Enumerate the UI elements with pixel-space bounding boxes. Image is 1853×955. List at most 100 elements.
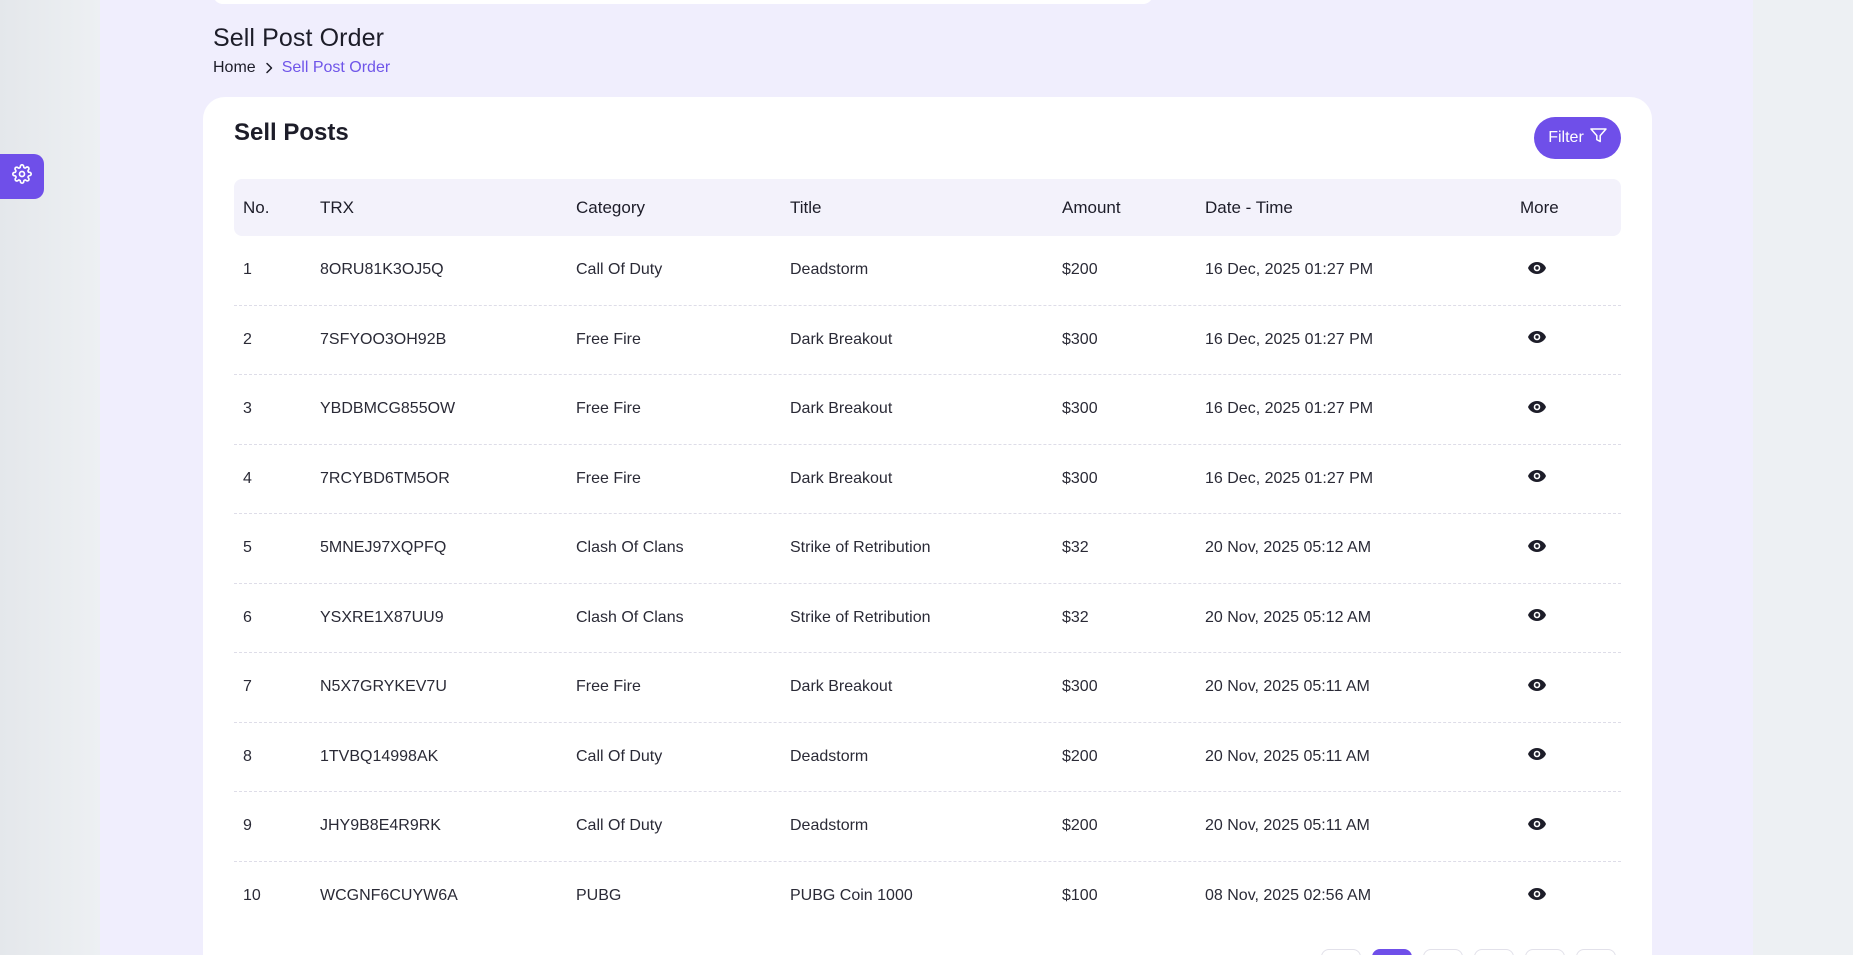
eye-icon[interactable] [1527, 330, 1547, 344]
cell-amount: $200 [1062, 747, 1098, 765]
cell-no: 7 [243, 678, 252, 696]
cell-amount: $32 [1062, 539, 1089, 557]
cell-title: PUBG Coin 1000 [790, 887, 913, 905]
cell-no: 10 [243, 887, 261, 905]
cell-category: Call Of Duty [576, 747, 663, 765]
table-row: 9 JHY9B8E4R9RK Call Of Duty Deadstorm $200 20… [234, 792, 1621, 862]
cell-trx: N5X7GRYKEV7U [320, 678, 447, 696]
cell-category: PUBG [576, 887, 622, 905]
sell-posts-table: No. TRX Category Title Amount Date - Tim… [234, 179, 1621, 931]
sell-posts-card: Sell Posts Filter No. TRX Category Title… [203, 97, 1652, 955]
cell-amount: $200 [1062, 261, 1098, 279]
cell-category: Free Fire [576, 469, 641, 487]
settings-button[interactable] [0, 154, 44, 199]
eye-icon[interactable] [1527, 539, 1547, 553]
cell-amount: $300 [1062, 678, 1098, 696]
cell-date-time: 16 Dec, 2025 01:27 PM [1205, 400, 1374, 418]
gear-icon [12, 164, 32, 189]
table-header: No. TRX Category Title Amount Date - Tim… [234, 179, 1621, 236]
pagination-page-button[interactable] [1474, 949, 1514, 955]
table-row: 3 YBDBMCG855OW Free Fire Dark Breakout $300 1… [234, 375, 1621, 445]
column-header-trx: TRX [320, 197, 354, 217]
pagination-page-button[interactable] [1423, 949, 1463, 955]
column-header-date-time: Date - Time [1205, 197, 1293, 217]
cell-trx: WCGNF6CUYW6A [320, 887, 458, 905]
table-row: 10 WCGNF6CUYW6A PUBG PUBG Coin 1000 $100 08 N… [234, 862, 1621, 932]
cell-more [1511, 469, 1621, 488]
pagination-next-button[interactable] [1576, 949, 1616, 955]
eye-icon[interactable] [1527, 608, 1547, 622]
column-header-amount: Amount [1062, 197, 1121, 217]
cell-category: Free Fire [576, 330, 641, 348]
cell-trx: JHY9B8E4R9RK [320, 817, 441, 835]
table-row: 7 N5X7GRYKEV7U Free Fire Dark Breakout $300 2… [234, 653, 1621, 723]
cell-no: 4 [243, 469, 252, 487]
eye-icon[interactable] [1527, 400, 1547, 414]
cell-title: Dark Breakout [790, 400, 893, 418]
cell-category: Free Fire [576, 400, 641, 418]
cell-trx: 7SFYOO3OH92B [320, 330, 447, 348]
cell-title: Dark Breakout [790, 469, 893, 487]
cell-amount: $100 [1062, 887, 1098, 905]
table-row: 2 7SFYOO3OH92B Free Fire Dark Breakout $300 1… [234, 306, 1621, 375]
cell-date-time: 16 Dec, 2025 01:27 PM [1205, 330, 1374, 348]
chevron-right-icon [264, 62, 274, 74]
cell-no: 9 [243, 817, 252, 835]
cell-no: 3 [243, 400, 252, 418]
top-bar [213, 0, 1153, 4]
eye-icon[interactable] [1527, 747, 1547, 761]
column-header-title: Title [790, 197, 822, 217]
cell-date-time: 08 Nov, 2025 02:56 AM [1205, 887, 1372, 905]
eye-icon[interactable] [1527, 817, 1547, 831]
pagination [1321, 949, 1616, 955]
breadcrumb: Home Sell Post Order [213, 59, 390, 77]
cell-category: Call Of Duty [576, 817, 663, 835]
cell-trx: YBDBMCG855OW [320, 400, 456, 418]
filter-icon [1590, 128, 1607, 148]
breadcrumb-home[interactable]: Home [213, 59, 256, 77]
cell-category: Free Fire [576, 678, 641, 696]
pagination-page-active[interactable] [1372, 949, 1412, 955]
eye-icon[interactable] [1527, 887, 1547, 901]
pagination-prev-button[interactable] [1321, 949, 1361, 955]
cell-trx: 7RCYBD6TM5OR [320, 469, 450, 487]
page-title: Sell Post Order [213, 24, 385, 52]
cell-no: 1 [243, 261, 252, 279]
eye-icon[interactable] [1527, 678, 1547, 692]
column-header-more: More [1520, 197, 1559, 217]
eye-icon[interactable] [1527, 469, 1547, 483]
cell-more [1511, 747, 1621, 766]
cell-date-time: 20 Nov, 2025 05:11 AM [1205, 817, 1370, 835]
cell-category: Clash Of Clans [576, 539, 684, 557]
cell-more [1511, 817, 1621, 836]
left-backdrop [0, 0, 100, 955]
cell-more [1511, 608, 1621, 627]
cell-title: Dark Breakout [790, 330, 893, 348]
cell-date-time: 20 Nov, 2025 05:12 AM [1205, 539, 1372, 557]
filter-button[interactable]: Filter [1534, 117, 1621, 159]
cell-title: Dark Breakout [790, 678, 893, 696]
pagination-page-button[interactable] [1525, 949, 1565, 955]
cell-no: 8 [243, 747, 252, 765]
cell-category: Call Of Duty [576, 261, 663, 279]
cell-trx: 8ORU81K3OJ5Q [320, 261, 444, 279]
cell-more [1511, 330, 1621, 349]
cell-no: 2 [243, 330, 252, 348]
cell-title: Deadstorm [790, 261, 869, 279]
eye-icon[interactable] [1527, 261, 1547, 275]
cell-trx: 5MNEJ97XQPFQ [320, 539, 447, 557]
table-body: 1 8ORU81K3OJ5Q Call Of Duty Deadstorm $200 16… [234, 236, 1621, 931]
cell-more [1511, 887, 1621, 906]
table-row: 4 7RCYBD6TM5OR Free Fire Dark Breakout $300 1… [234, 445, 1621, 514]
column-header-no: No. [243, 197, 270, 217]
cell-more [1511, 400, 1621, 419]
column-header-category: Category [576, 197, 645, 217]
cell-more [1511, 678, 1621, 697]
cell-date-time: 20 Nov, 2025 05:11 AM [1205, 678, 1370, 696]
cell-amount: $32 [1062, 608, 1089, 626]
cell-amount: $300 [1062, 469, 1098, 487]
cell-trx: 1TVBQ14998AK [320, 747, 439, 765]
cell-amount: $200 [1062, 817, 1098, 835]
cell-date-time: 20 Nov, 2025 05:12 AM [1205, 608, 1372, 626]
cell-amount: $300 [1062, 330, 1098, 348]
